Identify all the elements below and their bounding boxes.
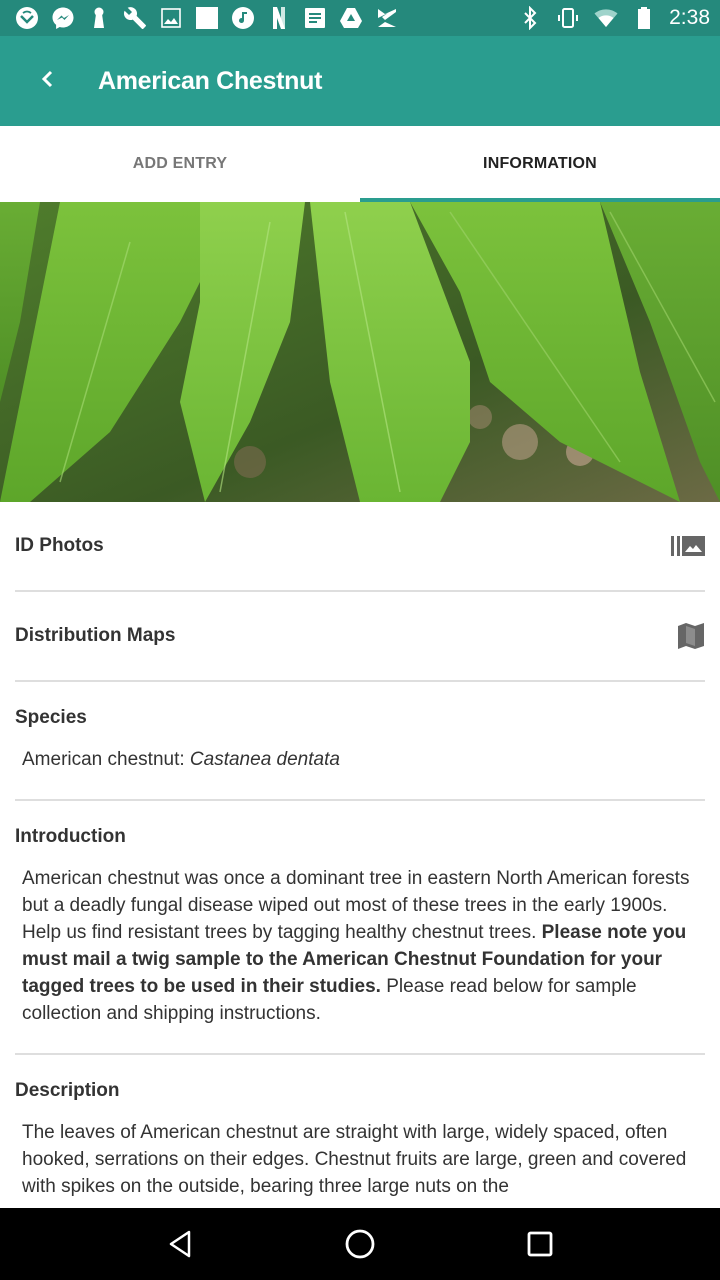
image-icon (158, 5, 184, 31)
information-content: ID Photos Distribution Maps Species Amer… (0, 502, 720, 1226)
bluetooth-icon (517, 5, 543, 31)
netflix-icon (266, 5, 292, 31)
back-button[interactable] (0, 36, 96, 126)
home-circle-icon (345, 1229, 375, 1259)
battery-icon (631, 5, 657, 31)
distribution-maps-link[interactable]: Distribution Maps (15, 592, 705, 682)
wifi-icon (593, 5, 619, 31)
messenger-icon (50, 5, 76, 31)
keyhole-icon (86, 5, 112, 31)
introduction-text: American chestnut was once a dominant tr… (15, 848, 705, 1053)
music-icon (230, 5, 256, 31)
tab-information[interactable]: INFORMATION (360, 126, 720, 202)
tab-bar: ADD ENTRY INFORMATION (0, 126, 720, 202)
species-scientific-name: Castanea dentata (189, 749, 340, 770)
photo-library-icon (671, 535, 705, 557)
species-text: American chestnut: Castanea dentata (15, 729, 705, 799)
hero-image (0, 202, 720, 502)
tab-add-entry[interactable]: ADD ENTRY (0, 126, 360, 202)
id-photos-label: ID Photos (15, 535, 104, 556)
map-icon (677, 622, 705, 650)
distribution-maps-label: Distribution Maps (15, 625, 176, 646)
nav-home-button[interactable] (330, 1214, 390, 1274)
species-common-name: American chestnut: (22, 749, 190, 770)
description-heading: Description (15, 1080, 120, 1101)
species-heading: Species (15, 707, 87, 728)
introduction-heading: Introduction (15, 826, 126, 847)
introduction-section: Introduction American chestnut was once … (15, 801, 705, 1055)
vibrate-icon (555, 5, 581, 31)
page-title: American Chestnut (98, 66, 323, 95)
nav-back-button[interactable] (150, 1214, 210, 1274)
chevron-left-icon (38, 69, 58, 94)
nav-recents-button[interactable] (510, 1214, 570, 1274)
description-section: Description The leaves of American chest… (15, 1055, 705, 1226)
system-nav-bar (0, 1208, 720, 1280)
notification-icons (14, 5, 400, 31)
square-icon (194, 5, 220, 31)
system-icons: 2:38 (517, 5, 710, 31)
check-icon (374, 5, 400, 31)
wrench-icon (122, 5, 148, 31)
recents-square-icon (527, 1231, 553, 1257)
back-triangle-icon (169, 1230, 191, 1258)
app-bar: American Chestnut (0, 36, 720, 126)
vudu-icon (14, 5, 40, 31)
drive-icon (338, 5, 364, 31)
status-bar: 2:38 (0, 0, 720, 36)
id-photos-link[interactable]: ID Photos (15, 502, 705, 592)
chestnut-leaves-image (0, 202, 720, 502)
clock: 2:38 (669, 6, 710, 29)
notes-icon (302, 5, 328, 31)
species-section: Species American chestnut: Castanea dent… (15, 682, 705, 801)
